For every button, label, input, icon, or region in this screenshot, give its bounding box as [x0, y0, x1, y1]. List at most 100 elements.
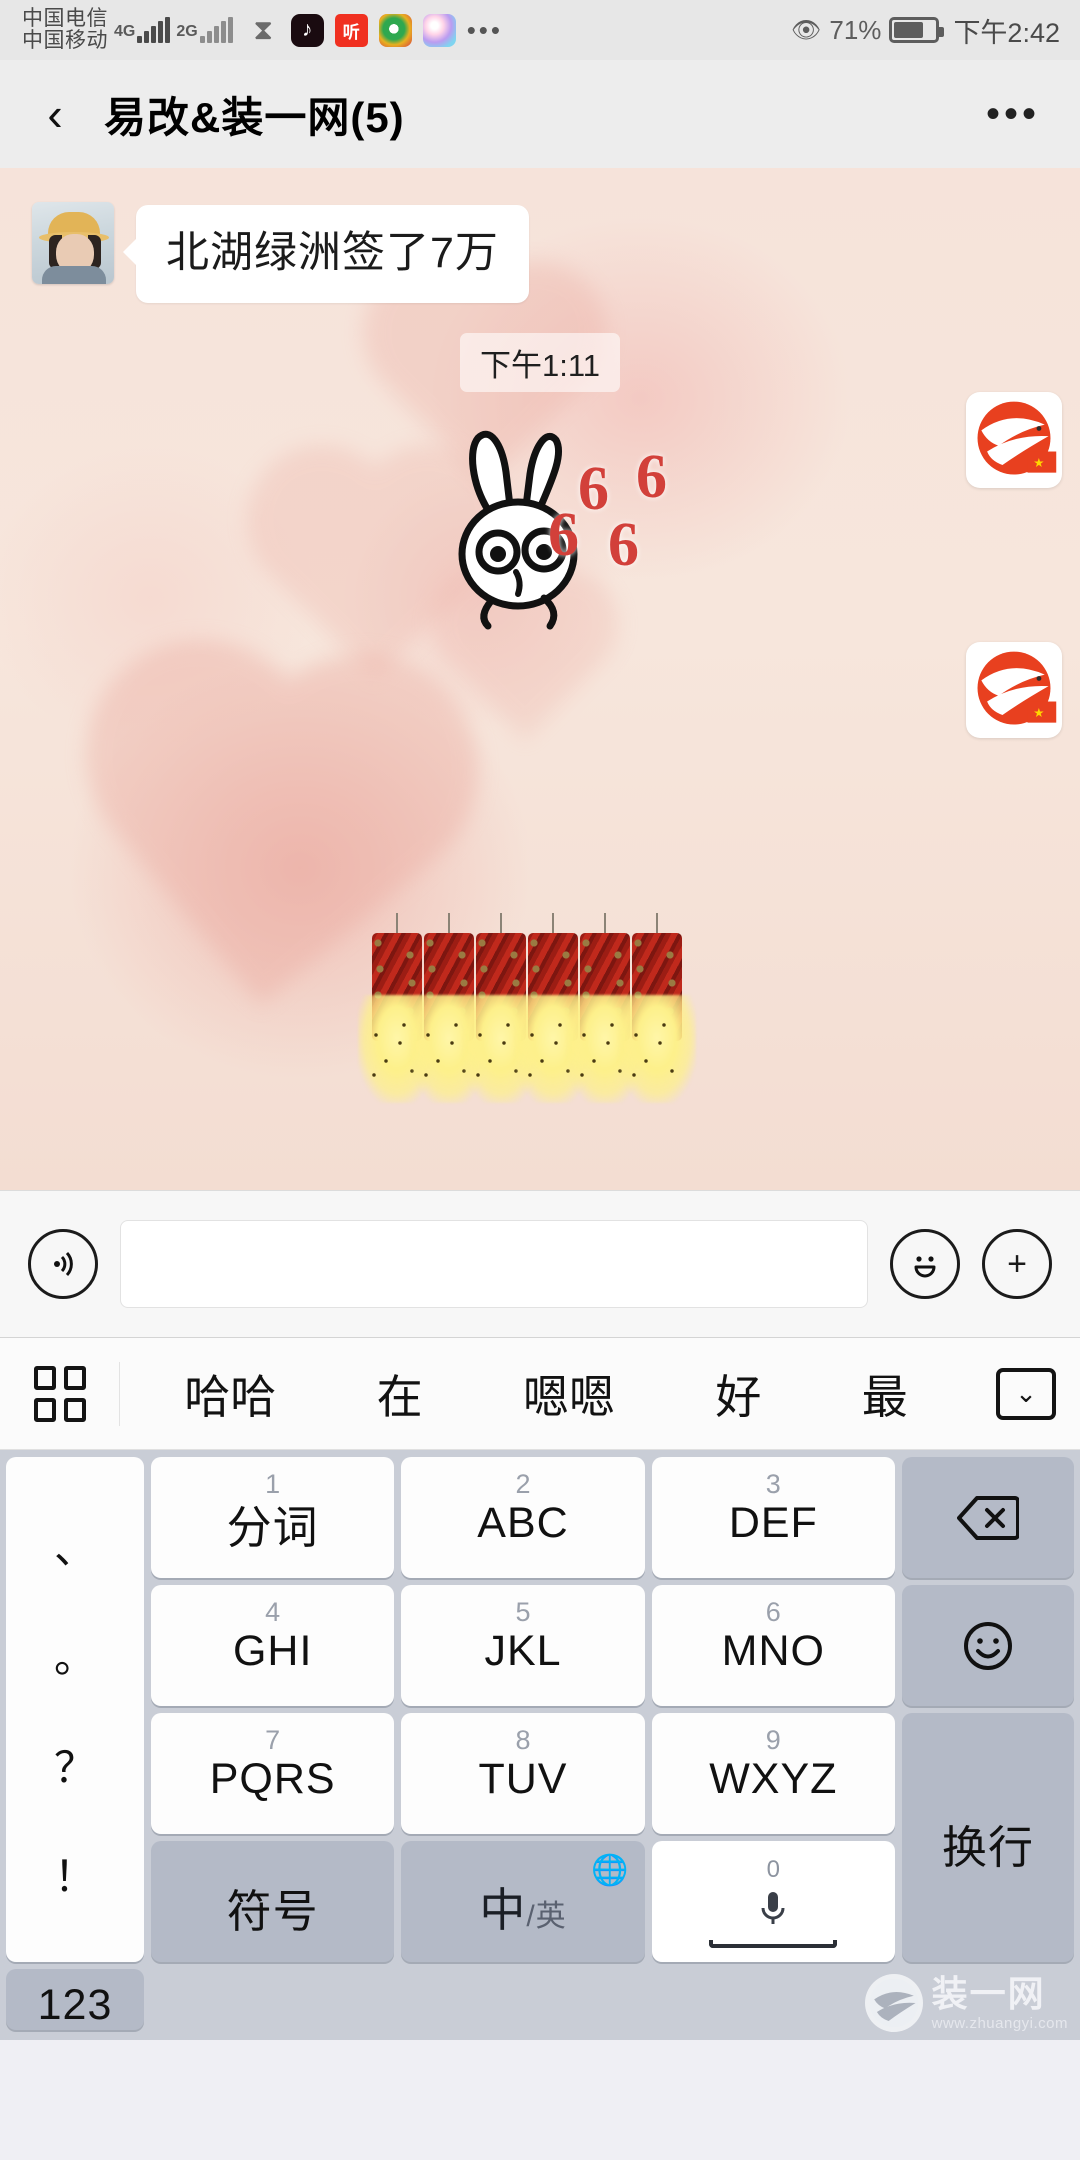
chevron-down-icon: ⌄ [996, 1367, 1056, 1420]
zhuangyi-logo-icon [864, 1974, 923, 2032]
key-label: MNO [721, 1627, 825, 1675]
back-button[interactable]: ‹ [28, 91, 82, 137]
more-options-button[interactable]: ••• [986, 94, 1040, 134]
watermark-url: www.zhuangyi.com [931, 2014, 1068, 2032]
key-number: 3 [765, 1469, 781, 1499]
candidate-item[interactable]: 最 [862, 1361, 908, 1427]
voice-wave-icon [54, 1251, 73, 1277]
candidate-item[interactable]: 嗯嗯 [523, 1361, 615, 1427]
message-input[interactable] [120, 1220, 868, 1308]
svg-text:★: ★ [1033, 706, 1044, 720]
emoji-button[interactable] [890, 1229, 960, 1299]
key-number: 7 [265, 1725, 281, 1755]
space-key[interactable]: 0 [651, 1841, 895, 1962]
key-label: 分词 [226, 1502, 319, 1553]
punctuation-key-period[interactable]: 。 [54, 1624, 96, 1685]
ime-candidate-bar: 哈哈 在 嗯嗯 好 最 ⌄ [0, 1338, 1080, 1450]
hourglass-icon: ⧗ [253, 14, 274, 45]
symbol-key-label: 符号 [226, 1886, 319, 1937]
candidate-item[interactable]: 好 [715, 1361, 761, 1427]
candidate-item[interactable]: 在 [377, 1361, 423, 1427]
enter-key[interactable]: 换行 [901, 1713, 1074, 1962]
ime-panel-button[interactable] [0, 1361, 120, 1426]
notification-tray: ⧗ ♪ 听 ••• [247, 13, 503, 47]
battery-percent-label: 71% [829, 14, 882, 45]
key-label: PQRS [209, 1755, 336, 1803]
sticker-message-rabbit[interactable]: 6 6 6 6 ★ ★ [0, 391, 1080, 738]
key-4[interactable]: 4 GHI [151, 1585, 395, 1706]
key-5[interactable]: 5 JKL [401, 1585, 645, 1706]
key-label: WXYZ [709, 1755, 838, 1803]
watermark-brand: 装一网 [931, 1972, 1046, 2014]
avatar[interactable] [32, 202, 114, 284]
language-switch-key[interactable]: 🌐 中/英 [401, 1841, 645, 1962]
sticker-number: 6 [608, 510, 639, 579]
lang-secondary-label: 英 [535, 1899, 567, 1933]
sender-app-logo[interactable]: ★ [966, 641, 1062, 738]
key-number: 9 [765, 1725, 781, 1755]
carrier-primary: 中国电信 [22, 6, 108, 30]
smiley-icon [914, 1256, 936, 1278]
key-7[interactable]: 7 PQRS [151, 1713, 395, 1834]
numeric-key[interactable]: 123 [6, 1969, 144, 2030]
carrier-secondary: 中国移动 [22, 29, 108, 52]
lang-primary-label: 中 [479, 1883, 527, 1936]
globe-icon[interactable]: 🌐 [591, 1853, 628, 1888]
key-label: ABC [477, 1499, 569, 1547]
mic-icon[interactable] [756, 1888, 790, 1932]
signal-bars-primary [137, 17, 171, 43]
punctuation-key-question[interactable]: ？ [54, 1734, 96, 1795]
key-1[interactable]: 1 分词 [151, 1457, 395, 1578]
key-8[interactable]: 8 TUV [401, 1713, 645, 1834]
chat-message-list[interactable]: 北湖绿洲签了7万 下午1:11 6 6 6 6 ★ ★ [0, 168, 1080, 1190]
svg-text:★: ★ [1033, 456, 1044, 470]
ime-keyboard: 、 。 ？ ！ 1 分词 2 ABC 3 DEF 4 GHI 5 JKL 6 M… [0, 1450, 1080, 2040]
message-input-bar: + [0, 1190, 1080, 1338]
symbol-key[interactable]: 符号 [151, 1841, 395, 1962]
key-number: 8 [515, 1725, 531, 1755]
key-3[interactable]: 3 DEF [651, 1457, 895, 1578]
punctuation-key-column[interactable]: 、 。 ？ ！ [6, 1457, 144, 1962]
key-2[interactable]: 2 ABC [401, 1457, 645, 1578]
tiktok-icon: ♪ [290, 13, 324, 47]
space-key-number: 0 [766, 1855, 780, 1883]
sticker-message-firecrackers[interactable] [358, 913, 696, 1103]
key-number: 1 [265, 1469, 281, 1499]
message-timestamp: 下午1:11 [459, 332, 621, 392]
space-bar-indicator [709, 1939, 838, 1948]
key-9[interactable]: 9 WXYZ [651, 1713, 895, 1834]
enter-key-label: 换行 [941, 1822, 1034, 1873]
watermark: 装一网 www.zhuangyi.com [864, 1972, 1068, 2032]
key-6[interactable]: 6 MNO [651, 1585, 895, 1706]
panel-grid-icon [33, 1365, 86, 1422]
numeric-key-label: 123 [37, 1981, 113, 2029]
key-label: DEF [728, 1499, 818, 1547]
smiley-icon [963, 1621, 1012, 1670]
emoji-key[interactable] [901, 1585, 1074, 1706]
chat-message-incoming[interactable]: 北湖绿洲签了7万 [0, 168, 1080, 303]
sticker-number: 6 [548, 500, 579, 569]
ting-icon: 听 [334, 13, 368, 47]
candidate-list: 哈哈 在 嗯嗯 好 最 [120, 1361, 972, 1427]
sticker-number: 6 [578, 454, 609, 523]
status-bar-right: 👁 71% 下午2:42 [791, 0, 1060, 60]
signal-bars-secondary [199, 17, 233, 43]
battery-icon [889, 17, 945, 43]
carrier-labels: 中国电信 中国移动 [22, 6, 108, 53]
message-bubble[interactable]: 北湖绿洲签了7万 [123, 205, 529, 303]
key-label: GHI [232, 1627, 313, 1675]
punctuation-key-dunhao[interactable]: 、 [54, 1515, 96, 1576]
candidate-item[interactable]: 哈哈 [184, 1361, 276, 1427]
punctuation-key-exclaim[interactable]: ！ [54, 1843, 96, 1904]
candidate-expand-button[interactable]: ⌄ [972, 1367, 1080, 1420]
voice-input-button[interactable] [28, 1229, 98, 1299]
more-actions-button[interactable]: + [982, 1229, 1052, 1299]
backspace-key[interactable] [901, 1457, 1074, 1578]
page-title: 易改&装一网(5) [104, 93, 405, 141]
key-number: 2 [515, 1469, 531, 1499]
sender-app-logo[interactable]: ★ [966, 391, 1062, 488]
signal-secondary: 2G [176, 17, 233, 43]
key-number: 6 [765, 1597, 781, 1627]
firecracker-icon [618, 913, 696, 1103]
network-type-secondary: 2G [176, 23, 198, 40]
